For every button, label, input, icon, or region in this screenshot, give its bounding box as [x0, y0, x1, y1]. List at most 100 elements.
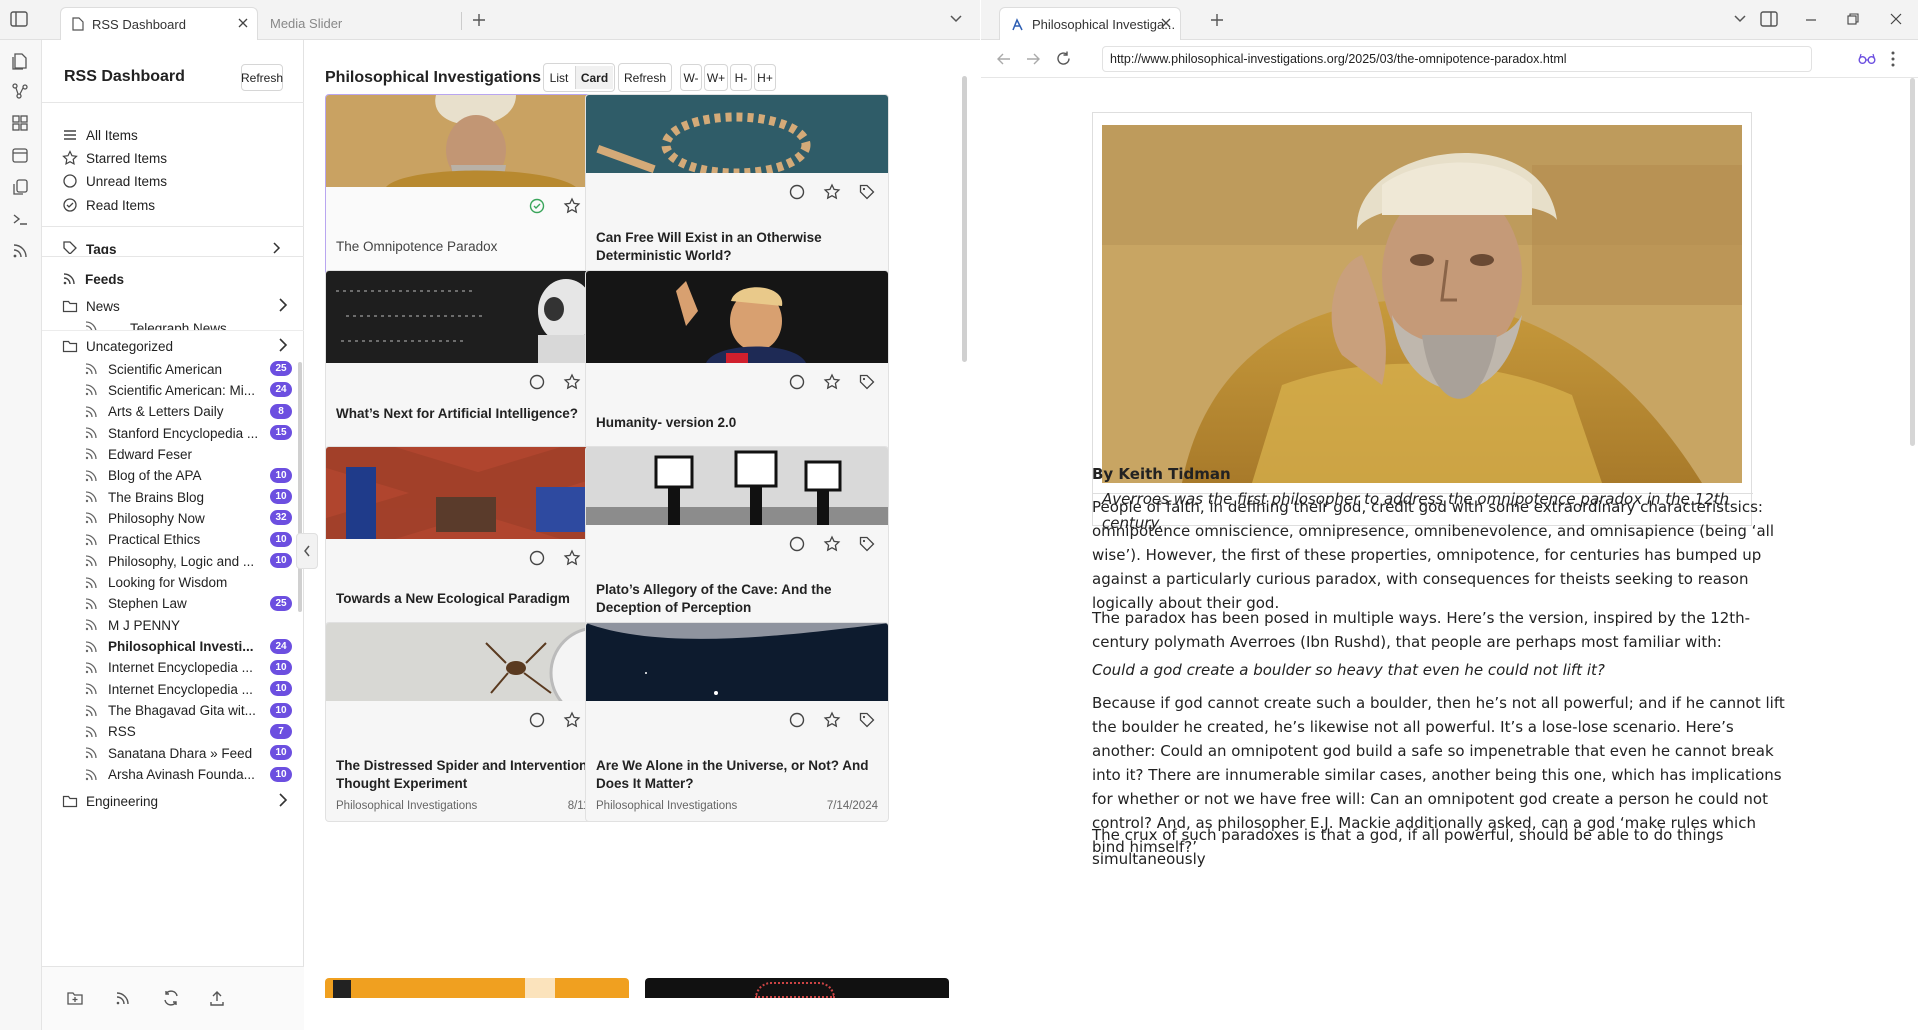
back-arrow-icon[interactable]	[997, 52, 1011, 66]
mark-read-circle-icon[interactable]	[528, 549, 546, 567]
main-refresh-button[interactable]: Refresh	[618, 63, 672, 92]
feed-item[interactable]: Internet Encyclopedia ... 10	[84, 678, 292, 700]
tab-media-slider[interactable]: Media Slider	[259, 7, 459, 40]
new-tab-plus-icon[interactable]	[472, 13, 486, 27]
width-decrease-button[interactable]: W-	[680, 64, 702, 91]
tag-icon[interactable]	[858, 183, 876, 201]
upload-icon[interactable]	[208, 989, 226, 1007]
forward-arrow-icon[interactable]	[1026, 52, 1040, 66]
nav-unread-items[interactable]: Unread Items	[62, 170, 167, 192]
chevron-down-icon[interactable]	[1733, 14, 1747, 24]
feed-item[interactable]: Internet Encyclopedia ... 10	[84, 657, 292, 679]
mark-read-circle-icon[interactable]	[528, 711, 546, 729]
folder-engineering[interactable]: Engineering	[62, 789, 288, 813]
article-card[interactable]: Towards a New Ecological ParadigmPhiloso…	[325, 446, 629, 646]
tag-icon[interactable]	[858, 711, 876, 729]
feed-item[interactable]: Stanford Encyclopedia ... 15	[84, 422, 292, 444]
feed-item[interactable]: Philosophical Investi... 24	[84, 636, 292, 658]
mark-read-circle-icon[interactable]	[788, 183, 806, 201]
feed-item[interactable]: The Brains Blog 10	[84, 486, 292, 508]
feed-item[interactable]: Arts & Letters Daily 8	[84, 401, 292, 423]
article-card[interactable]: Plato’s Allegory of the Cave: And the De…	[585, 446, 889, 646]
star-icon[interactable]	[823, 711, 841, 729]
reader-glasses-icon[interactable]	[1858, 53, 1876, 65]
feed-item[interactable]: Blog of the APA 10	[84, 465, 292, 487]
nav-read-items[interactable]: Read Items	[62, 194, 155, 216]
chevron-down-icon[interactable]	[949, 14, 963, 24]
add-feed-icon[interactable]	[114, 989, 132, 1007]
feed-item[interactable]: Scientific American 25	[84, 358, 292, 380]
mark-read-circle-icon[interactable]	[788, 535, 806, 553]
article-card[interactable]: Are We Alone in the Universe, or Not? An…	[585, 622, 889, 822]
nav-all-items[interactable]: All Items	[62, 124, 138, 146]
star-icon[interactable]	[563, 373, 581, 391]
feed-item[interactable]: Stephen Law 25	[84, 593, 292, 615]
new-tab-plus-icon[interactable]	[1210, 13, 1224, 27]
mark-read-circle-icon[interactable]	[788, 711, 806, 729]
height-decrease-button[interactable]: H-	[730, 64, 752, 91]
feed-item[interactable]: The Bhagavad Gita wit... 10	[84, 700, 292, 722]
refresh-icon[interactable]	[162, 989, 180, 1007]
view-list-button[interactable]: List	[544, 64, 574, 91]
tags-section[interactable]: Tags	[42, 238, 304, 254]
card-scrollbar[interactable]	[962, 76, 967, 362]
star-icon[interactable]	[563, 197, 581, 215]
height-increase-button[interactable]: H+	[754, 64, 776, 91]
url-input[interactable]: http://www.philosophical-investigations.…	[1102, 46, 1812, 72]
article-card[interactable]: What’s Next for Artificial Intelligence?…	[325, 270, 629, 470]
tag-icon[interactable]	[858, 535, 876, 553]
feed-item[interactable]: Edward Feser	[84, 443, 292, 465]
split-view-icon[interactable]	[1760, 11, 1778, 27]
calendar-icon[interactable]	[11, 146, 31, 166]
feed-item[interactable]: Scientific American: Mi... 24	[84, 379, 292, 401]
tab-rss-dashboard[interactable]: RSS Dashboard	[60, 7, 258, 40]
card-partial[interactable]	[325, 978, 629, 998]
feed-item[interactable]: Sanatana Dhara » Feed 10	[84, 742, 292, 764]
graph-icon[interactable]	[11, 82, 31, 102]
width-increase-button[interactable]: W+	[704, 64, 728, 91]
sidebar-toggle-icon[interactable]	[10, 11, 28, 27]
feed-item[interactable]: Practical Ethics 10	[84, 529, 292, 551]
card-partial[interactable]	[645, 978, 949, 998]
files-icon[interactable]	[11, 52, 31, 72]
minimize-icon[interactable]	[1805, 19, 1817, 21]
close-icon[interactable]	[237, 17, 249, 29]
tab-article[interactable]: Philosophical Investiga...	[999, 7, 1181, 40]
restore-icon[interactable]	[1847, 13, 1859, 25]
close-icon[interactable]	[1160, 17, 1172, 29]
feed-item[interactable]: M J PENNY	[84, 614, 292, 636]
article-card[interactable]: Can Free Will Exist in an Otherwise Dete…	[585, 94, 889, 294]
feed-item-telegraph-news[interactable]: Telegraph News	[84, 318, 292, 330]
star-icon[interactable]	[563, 711, 581, 729]
more-options-icon[interactable]	[1891, 51, 1895, 67]
feed-item[interactable]: Philosophy, Logic and ... 10	[84, 550, 292, 572]
mark-read-circle-icon[interactable]	[788, 373, 806, 391]
feed-item[interactable]: Philosophy Now 32	[84, 507, 292, 529]
star-icon[interactable]	[823, 183, 841, 201]
folder-uncategorized[interactable]: Uncategorized	[62, 334, 288, 358]
star-icon[interactable]	[823, 373, 841, 391]
reload-icon[interactable]	[1056, 51, 1071, 66]
rss-icon[interactable]	[11, 242, 31, 262]
terminal-icon[interactable]	[11, 210, 31, 230]
article-scrollbar[interactable]	[1910, 78, 1915, 446]
feed-item[interactable]: Looking for Wisdom	[84, 572, 292, 594]
mark-read-circle-icon[interactable]	[528, 373, 546, 391]
read-check-icon[interactable]	[528, 197, 546, 215]
article-card[interactable]: The Omnipotence ParadoxPhilosophical Inv…	[325, 94, 629, 294]
feed-item[interactable]: RSS 7	[84, 721, 292, 743]
view-card-button[interactable]: Card	[575, 66, 613, 89]
nav-starred-items[interactable]: Starred Items	[62, 147, 167, 169]
grid-icon[interactable]	[11, 114, 31, 134]
star-icon[interactable]	[823, 535, 841, 553]
folder-news[interactable]: News	[62, 294, 288, 318]
copy-icon[interactable]	[11, 178, 31, 198]
collapse-panel-chevron-icon[interactable]	[296, 533, 318, 569]
feed-item[interactable]: Arsha Avinash Founda... 10	[84, 764, 292, 786]
sidebar-refresh-button[interactable]: Refresh	[241, 64, 283, 91]
article-card[interactable]: Humanity- version 2.0Philosophical Inves…	[585, 270, 889, 470]
close-window-icon[interactable]	[1890, 13, 1902, 25]
tag-icon[interactable]	[858, 373, 876, 391]
sidebar-scrollbar[interactable]	[298, 362, 302, 612]
add-folder-icon[interactable]	[66, 989, 84, 1007]
